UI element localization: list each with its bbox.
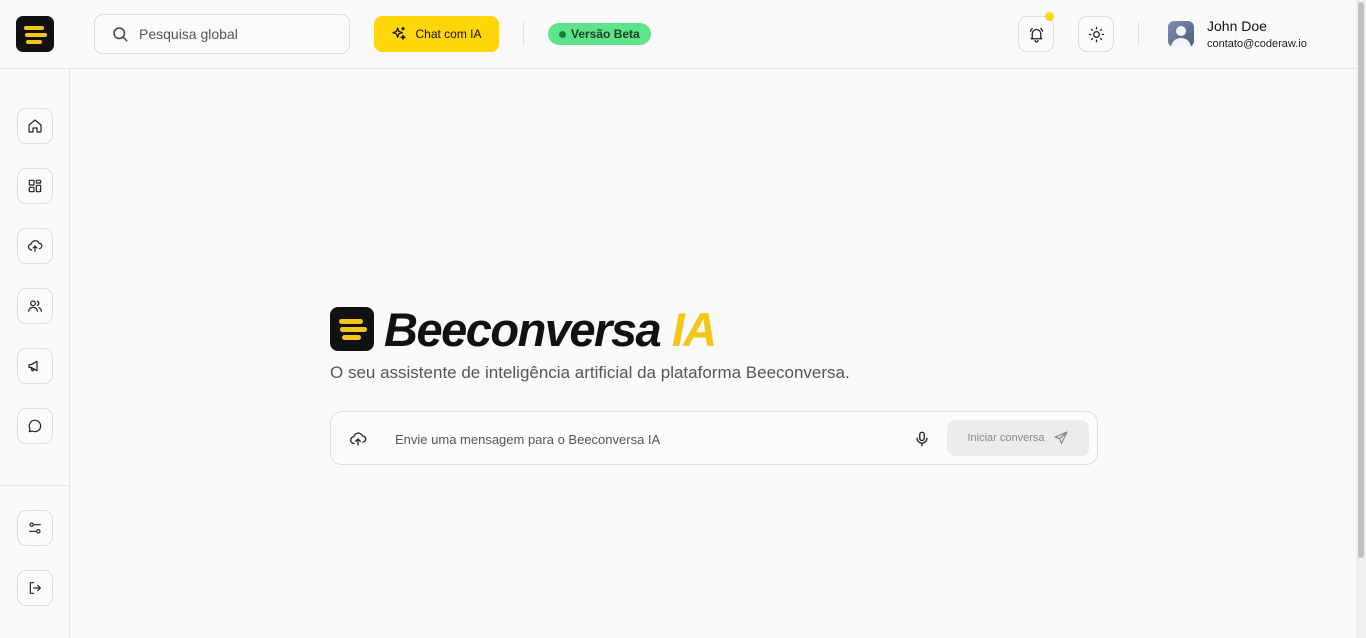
top-header: Chat com IA Versão Beta John Doe contato… bbox=[0, 0, 1356, 69]
header-divider-right bbox=[1138, 22, 1139, 46]
chat-bubble-icon bbox=[28, 419, 42, 433]
send-icon bbox=[1053, 431, 1068, 444]
message-composer: Iniciar conversa bbox=[330, 411, 1098, 465]
upload-cloud-icon bbox=[27, 240, 43, 252]
brand-suffix: IA bbox=[671, 303, 718, 356]
sun-icon bbox=[1088, 26, 1104, 42]
sidebar-item-campaigns[interactable] bbox=[17, 348, 53, 384]
beta-badge: Versão Beta bbox=[548, 23, 651, 45]
beta-label: Versão Beta bbox=[571, 27, 640, 41]
dashboard-icon bbox=[28, 179, 42, 193]
start-conversation-button[interactable]: Iniciar conversa bbox=[947, 420, 1089, 456]
search-input[interactable] bbox=[139, 26, 329, 42]
chat-with-ai-button[interactable]: Chat com IA bbox=[374, 16, 499, 52]
chat-with-ai-label: Chat com IA bbox=[415, 27, 482, 41]
sidebar-item-chat[interactable] bbox=[17, 408, 53, 444]
users-icon bbox=[28, 300, 42, 312]
sidebar-item-logout[interactable] bbox=[17, 570, 53, 606]
sidebar-item-settings[interactable] bbox=[17, 510, 53, 546]
brand-name: Beeconversa bbox=[384, 303, 662, 356]
user-email: contato@coderaw.io bbox=[1207, 38, 1307, 50]
scrollbar-thumb[interactable] bbox=[1358, 2, 1364, 558]
avatar[interactable] bbox=[1168, 21, 1194, 47]
global-search[interactable] bbox=[94, 14, 350, 54]
sidebar-divider bbox=[0, 485, 69, 486]
header-divider bbox=[523, 22, 524, 46]
page-scrollbar[interactable] bbox=[1356, 0, 1366, 638]
app-logo[interactable] bbox=[16, 16, 54, 52]
logout-icon bbox=[29, 582, 41, 594]
sidebar-item-dashboard[interactable] bbox=[17, 168, 53, 204]
sidebar-item-users[interactable] bbox=[17, 288, 53, 324]
tagline: O seu assistente de inteligência artific… bbox=[330, 363, 850, 382]
sparkles-icon bbox=[392, 26, 407, 40]
brand-title: Beeconversa IA bbox=[384, 302, 718, 358]
upload-attachment-icon[interactable] bbox=[349, 430, 367, 448]
notifications-button[interactable] bbox=[1018, 12, 1054, 52]
beta-dot bbox=[559, 30, 566, 38]
search-icon bbox=[113, 27, 128, 42]
notification-dot bbox=[1045, 12, 1054, 21]
user-silhouette-icon bbox=[1171, 26, 1191, 47]
sidebar bbox=[0, 69, 70, 638]
theme-toggle-button[interactable] bbox=[1078, 16, 1114, 52]
start-conversation-label: Iniciar conversa bbox=[967, 432, 1045, 444]
settings-sliders-icon bbox=[29, 522, 41, 534]
message-input[interactable] bbox=[395, 428, 895, 450]
home-icon bbox=[28, 119, 42, 133]
megaphone-icon bbox=[28, 360, 38, 372]
bell-icon bbox=[1029, 27, 1043, 43]
microphone-icon[interactable] bbox=[913, 430, 931, 448]
user-name: John Doe bbox=[1207, 18, 1267, 34]
sidebar-item-home[interactable] bbox=[17, 108, 53, 144]
sidebar-item-upload[interactable] bbox=[17, 228, 53, 264]
brand-logo bbox=[330, 307, 374, 351]
